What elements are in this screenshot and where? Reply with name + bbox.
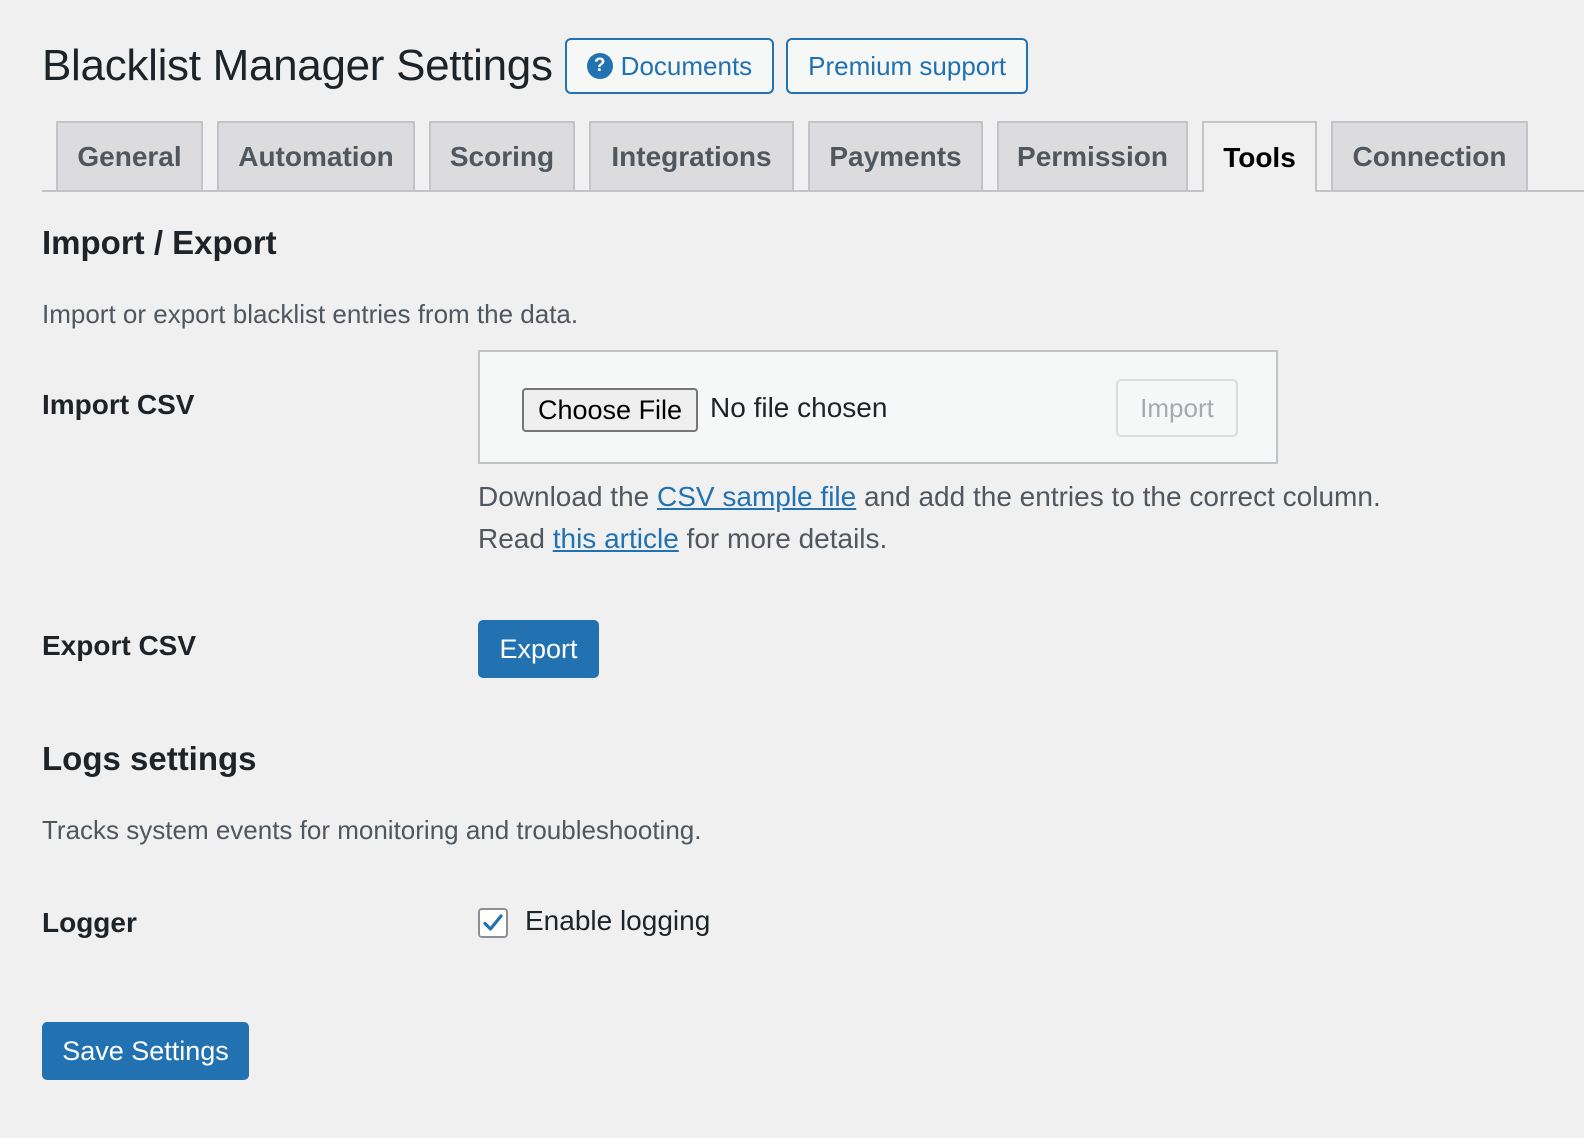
tab-connection[interactable]: Connection <box>1331 121 1528 190</box>
page-header: Blacklist Manager Settings ? Documents P… <box>42 36 1029 96</box>
logger-label: Logger <box>42 907 137 938</box>
article-link[interactable]: this article <box>553 523 679 554</box>
help2-pre: Read <box>478 523 553 554</box>
export-csv-label: Export CSV <box>42 630 197 661</box>
export-button[interactable]: Export <box>478 620 599 678</box>
documents-label: Documents <box>620 50 753 81</box>
tab-automation[interactable]: Automation <box>217 121 415 190</box>
documents-button[interactable]: ? Documents <box>564 38 775 94</box>
page-title: Blacklist Manager Settings <box>42 41 553 90</box>
enable-logging-checkbox[interactable] <box>478 908 508 938</box>
no-file-chosen-text: No file chosen <box>710 392 888 423</box>
enable-logging-label[interactable]: Enable logging <box>525 905 710 937</box>
article-help: Read this article for more details. <box>478 523 887 555</box>
settings-tabs: General Automation Scoring Integrations … <box>42 121 1584 192</box>
tab-integrations[interactable]: Integrations <box>589 121 794 190</box>
file-upload-box: Choose File No file chosen Import <box>478 350 1278 464</box>
choose-file-button[interactable]: Choose File <box>522 388 699 432</box>
premium-support-button[interactable]: Premium support <box>786 38 1029 94</box>
import-export-description: Import or export blacklist entries from … <box>42 299 579 329</box>
tab-scoring[interactable]: Scoring <box>429 121 575 190</box>
help-circle-icon: ? <box>586 53 613 79</box>
csv-sample-help: Download the CSV sample file and add the… <box>478 481 1381 513</box>
import-export-heading: Import / Export <box>42 224 277 261</box>
tab-payments[interactable]: Payments <box>808 121 983 190</box>
import-button[interactable]: Import <box>1116 379 1238 437</box>
checkmark-icon <box>483 914 503 931</box>
logs-settings-heading: Logs settings <box>42 740 257 777</box>
tab-permission[interactable]: Permission <box>997 121 1188 190</box>
help1-pre: Download the <box>478 481 658 512</box>
help1-post: and add the entries to the correct colum… <box>856 481 1381 512</box>
import-csv-label: Import CSV <box>42 389 195 420</box>
csv-sample-link[interactable]: CSV sample file <box>657 481 856 512</box>
save-settings-button[interactable]: Save Settings <box>42 1022 249 1080</box>
tab-tools[interactable]: Tools <box>1202 121 1317 192</box>
logs-description: Tracks system events for monitoring and … <box>42 815 702 845</box>
help2-post: for more details. <box>678 523 888 554</box>
tab-general[interactable]: General <box>56 121 203 190</box>
